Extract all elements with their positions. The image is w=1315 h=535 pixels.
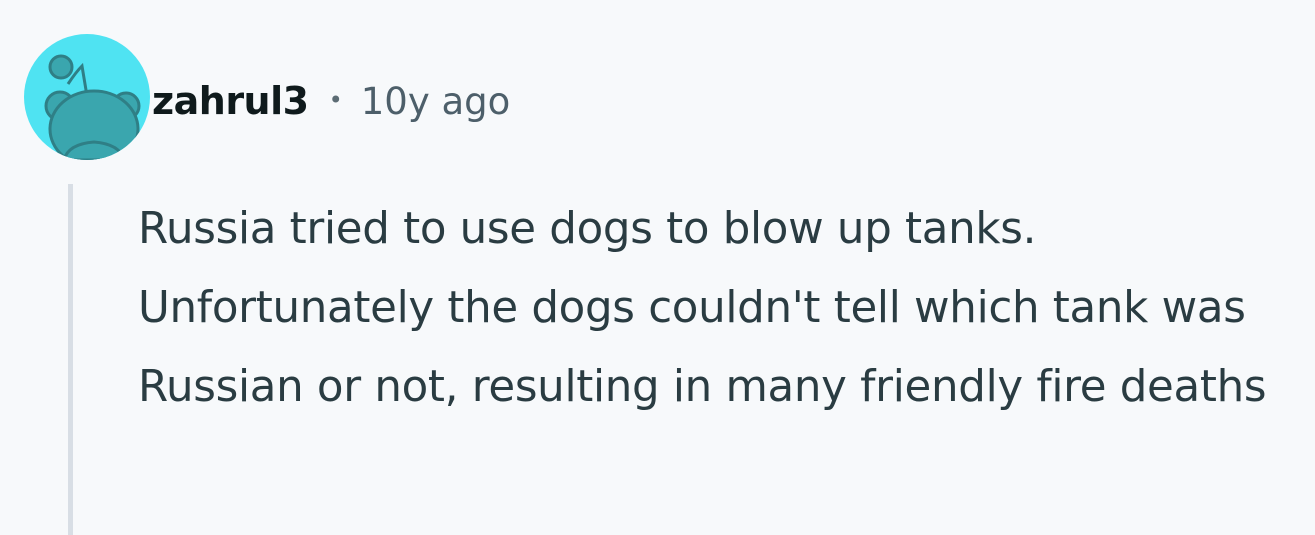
comment: zahrul3 • 10y ago Russia tried to use do… [0,0,1315,535]
username-link[interactable]: zahrul3 [152,79,309,123]
user-avatar[interactable] [24,34,150,160]
timestamp[interactable]: 10y ago [361,80,511,123]
comment-body: Russia tried to use dogs to blow up tank… [138,204,1267,412]
thread-collapse-line[interactable] [68,184,73,535]
meta-separator: • [328,86,343,114]
comment-meta: zahrul3 • 10y ago [152,72,510,130]
snoo-avatar-icon [44,54,141,160]
